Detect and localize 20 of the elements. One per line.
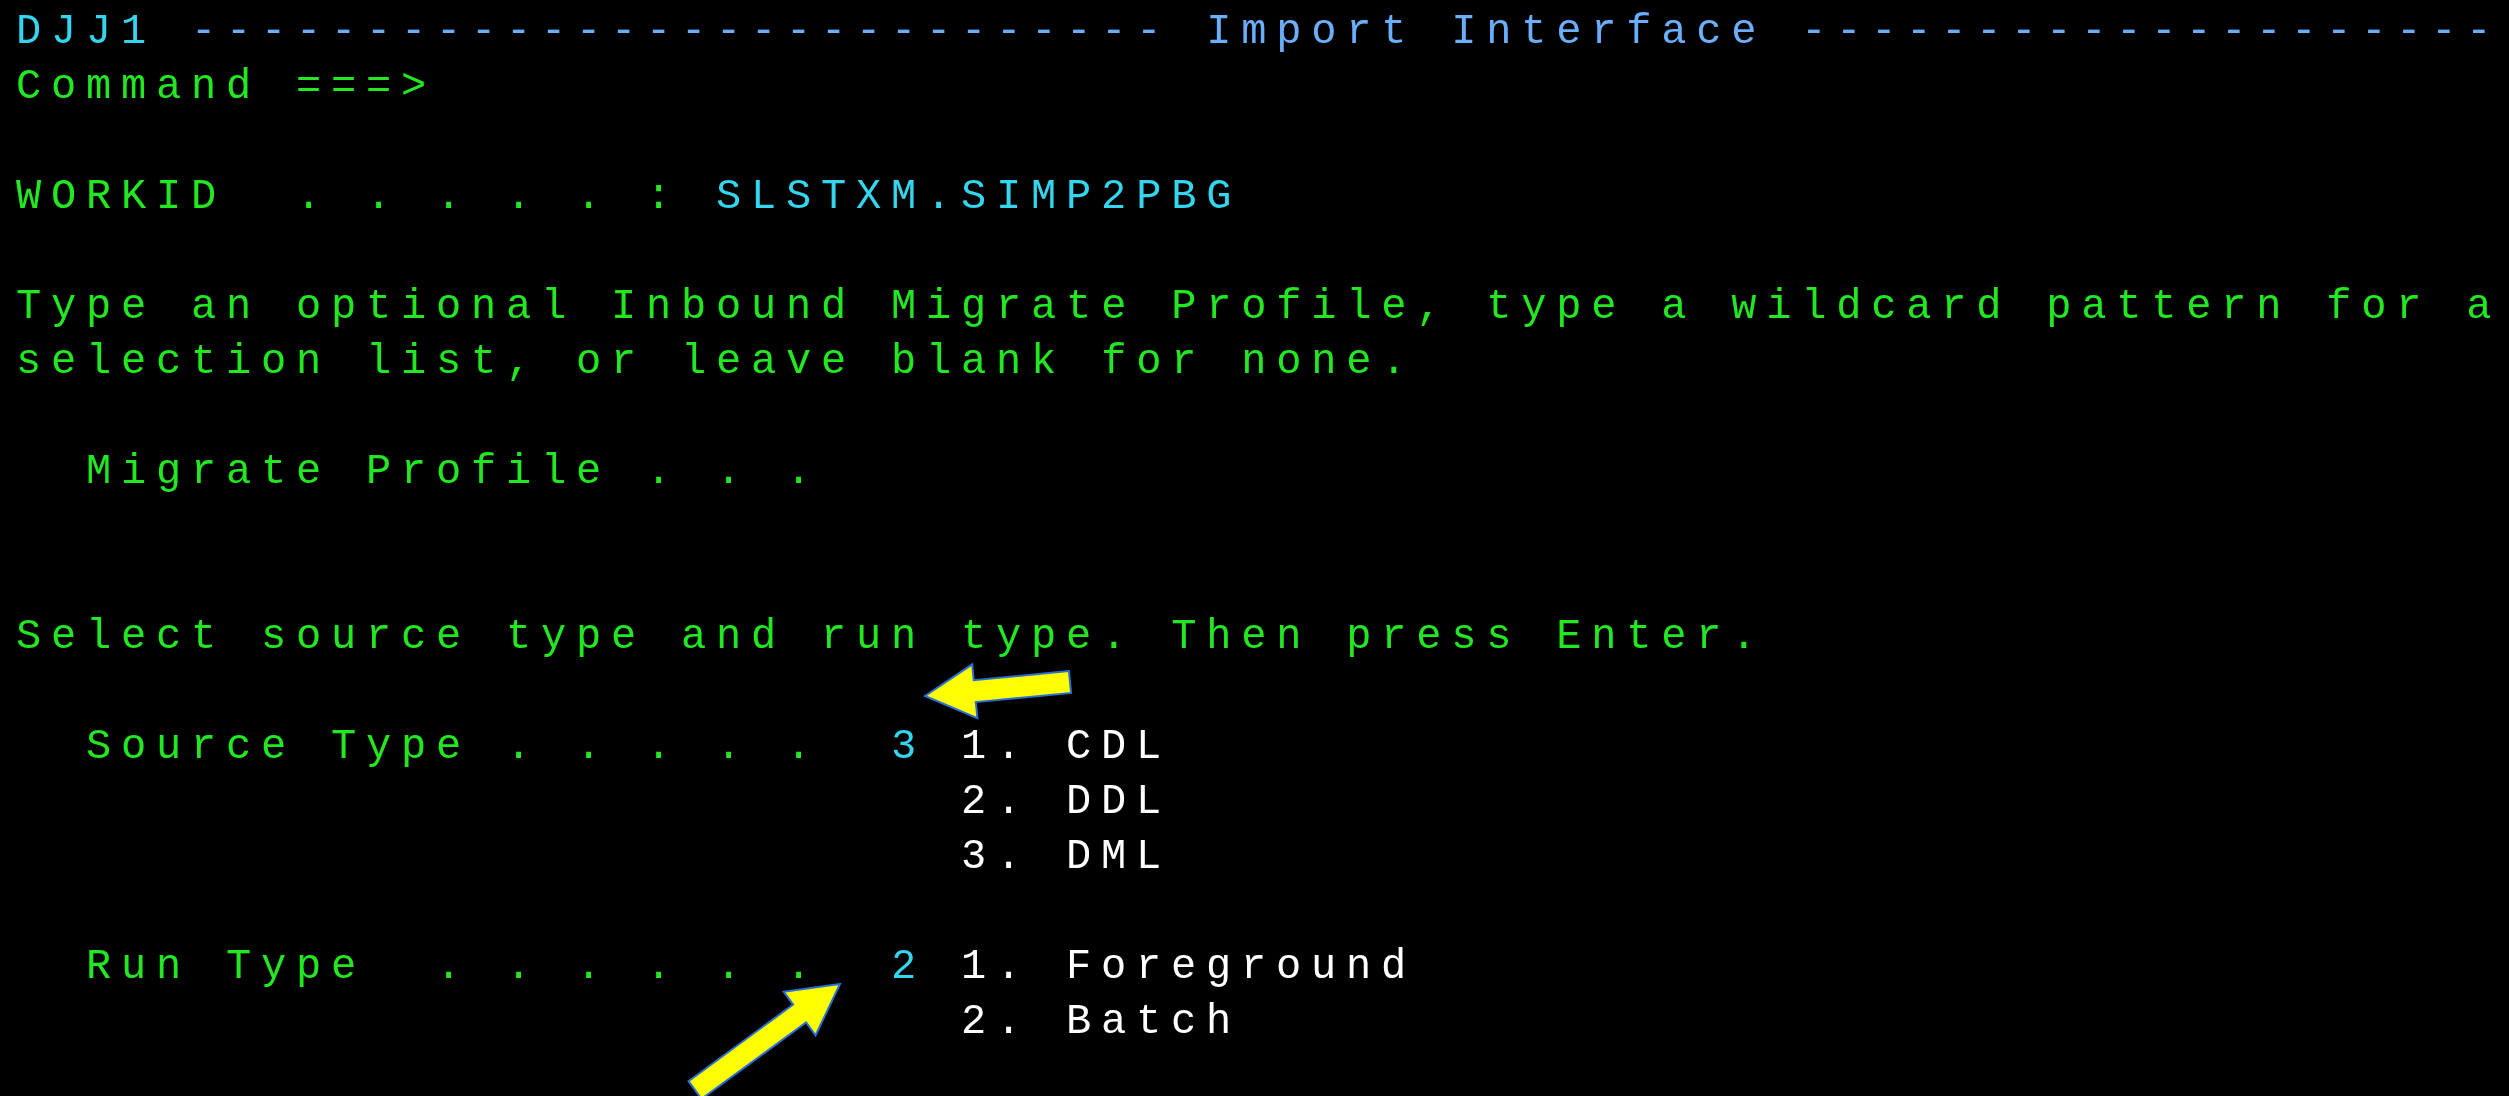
prompt-text: Select source type and run type. Then press Enter. xyxy=(16,612,1768,663)
option-text: 2. DDL xyxy=(961,777,1172,828)
field-value[interactable]: 2 xyxy=(891,940,961,995)
panel-id: DJJ1 xyxy=(16,7,157,58)
workid-label: WORKID . . . . . : xyxy=(16,172,682,223)
instruction-text: Type an optional Inbound Migrate Profile, type a wildcard pattern for a xyxy=(16,282,2503,333)
option-text: 2. Batch xyxy=(961,997,1243,1048)
option-text: 1. CDL xyxy=(961,722,1172,773)
field-label: Source Type . . . . . xyxy=(86,722,823,773)
field-value[interactable]: 3 xyxy=(891,720,961,775)
instruction-text: selection list, or leave blank for none. xyxy=(16,337,1418,388)
option-text: 1. Foreground xyxy=(961,942,1417,993)
command-label: Command ===> xyxy=(16,62,437,113)
option-text: 3. DML xyxy=(961,832,1172,883)
field-label: Run Type . . . . . . xyxy=(86,942,823,993)
panel-title: Import Interface xyxy=(1206,7,1767,58)
header-rule: -------------------- xyxy=(1801,7,2502,58)
migrate-profile-label: Migrate Profile . . . xyxy=(86,447,822,498)
workid-value: SLSTXM.SIMP2PBG xyxy=(716,172,1242,223)
header-rule: ---------------------------- xyxy=(191,7,1172,58)
